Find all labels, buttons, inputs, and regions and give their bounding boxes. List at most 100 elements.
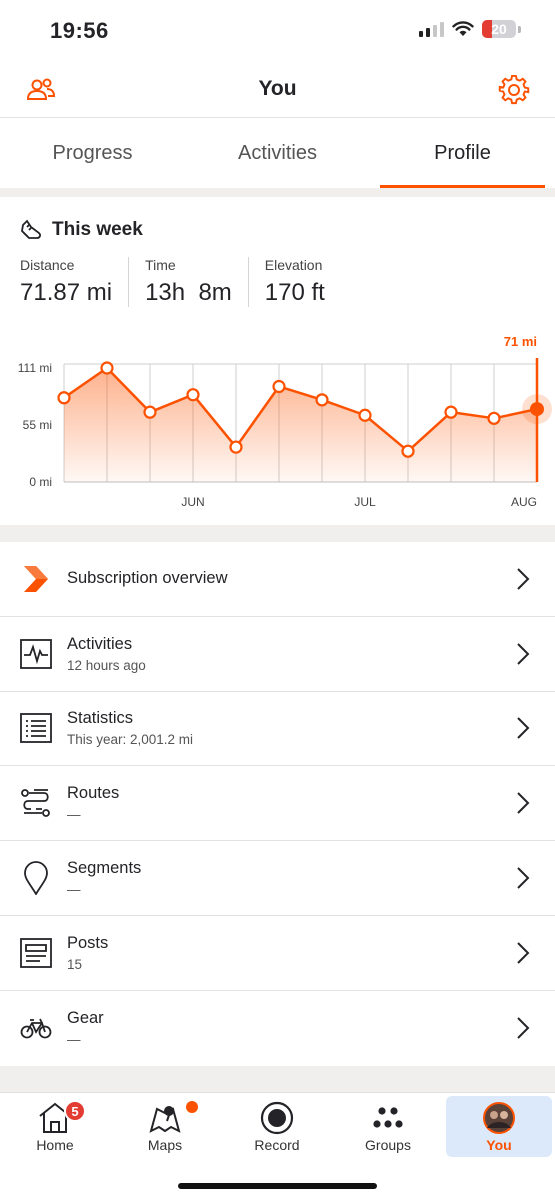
x-tick-label: JUN — [181, 495, 204, 509]
home-icon — [2, 1100, 108, 1136]
data-point-current — [530, 402, 544, 417]
y-tick-label: 111 mi — [18, 361, 52, 375]
menu-sublabel: 12 hours ago — [67, 657, 146, 673]
nav-groups[interactable]: Groups — [335, 1096, 441, 1157]
menu-text: Routes — — [67, 784, 119, 822]
menu-label: Statistics — [67, 709, 134, 728]
menu-segments[interactable]: Segments — — [0, 841, 555, 916]
stat-elevation: Elevation 170 ft — [265, 257, 341, 307]
record-icon — [224, 1100, 330, 1136]
nav-maps[interactable]: Maps — [112, 1096, 218, 1157]
y-tick-label: 0 mi — [29, 475, 52, 489]
settings-button[interactable] — [497, 73, 531, 107]
signal-icon — [419, 21, 444, 37]
menu-statistics[interactable]: Statistics This year: 2,001.2 mi — [0, 692, 555, 767]
top-header: You — [0, 60, 555, 118]
battery-level: 20 — [491, 21, 507, 37]
status-bar: 19:56 20 — [0, 0, 555, 60]
chevron-right-icon — [517, 1017, 530, 1039]
menu-text: Statistics This year: 2,001.2 mi — [67, 709, 193, 747]
data-point — [487, 411, 501, 425]
nav-label: Home — [36, 1137, 74, 1153]
x-tick-label: AUG — [511, 495, 537, 509]
data-point — [272, 379, 286, 394]
nav-label: Maps — [147, 1137, 183, 1153]
chevron-right-icon — [517, 568, 530, 590]
avatar — [446, 1100, 552, 1136]
menu-label: Subscription overview — [67, 569, 228, 588]
map-icon — [112, 1100, 218, 1136]
wifi-icon — [452, 21, 474, 36]
this-week-card[interactable]: This week Distance 71.87 mi Time 13h 8m … — [0, 197, 555, 525]
nav-label: Groups — [365, 1137, 411, 1153]
week-stats: Distance 71.87 mi Time 13h 8m Elevation … — [20, 257, 357, 307]
data-point — [229, 440, 243, 454]
menu-sublabel: This year: 2,001.2 mi — [67, 732, 194, 748]
stat-distance: Distance 71.87 mi — [20, 257, 130, 307]
current-value-label: 71 mi — [504, 334, 537, 349]
menu-sublabel: 15 — [67, 956, 83, 972]
weekly-distance-chart[interactable]: 111 mi 55 mi 0 mi JUN JUL AUG 71 mi — [0, 325, 555, 525]
nav-label: Record — [254, 1137, 300, 1153]
stat-label: Time — [145, 257, 176, 273]
y-tick-label: 55 mi — [23, 418, 52, 432]
nav-label: You — [486, 1137, 512, 1153]
stat-value: 13h 8m — [145, 279, 232, 306]
nav-record[interactable]: Record — [224, 1096, 330, 1157]
menu-gear[interactable]: Gear — — [0, 991, 555, 1066]
tab-activities[interactable]: Activities — [185, 118, 370, 188]
stat-value: 170 ft — [264, 279, 325, 306]
nav-home[interactable]: Home 5 — [2, 1096, 108, 1157]
tab-progress[interactable]: Progress — [0, 118, 185, 188]
series-area — [64, 368, 537, 482]
post-icon — [20, 937, 52, 969]
status-time: 19:56 — [50, 18, 109, 43]
data-point — [401, 444, 415, 458]
menu-label: Segments — [67, 859, 142, 878]
home-indicator — [178, 1183, 377, 1189]
stat-time: Time 13h 8m — [145, 257, 249, 307]
nav-you[interactable]: You — [446, 1096, 552, 1157]
week-header: This week — [20, 219, 143, 241]
menu-label: Gear — [67, 1009, 104, 1028]
stat-label: Distance — [20, 257, 75, 273]
week-title: This week — [52, 219, 143, 240]
menu-text: Gear — — [67, 1009, 104, 1047]
data-point — [57, 391, 71, 405]
tab-profile[interactable]: Profile — [370, 118, 555, 188]
data-point — [186, 388, 200, 402]
menu-posts[interactable]: Posts 15 — [0, 916, 555, 991]
menu-routes[interactable]: Routes — — [0, 766, 555, 842]
data-point — [444, 405, 458, 419]
map-pin-icon — [20, 861, 52, 896]
route-icon — [20, 787, 52, 819]
chevron-right-icon — [517, 642, 530, 665]
menu-label: Activities — [67, 634, 133, 653]
stat-value: 71.87 mi — [20, 279, 113, 306]
data-point — [315, 393, 329, 407]
data-point — [100, 361, 114, 375]
menu-text: Posts 15 — [67, 934, 108, 972]
menu-activities[interactable]: Activities 12 hours ago — [0, 617, 555, 692]
menu-label: Posts — [67, 933, 109, 952]
activity-pulse-icon — [20, 638, 52, 670]
chevron-right-icon — [517, 717, 530, 740]
chevron-right-icon — [517, 942, 530, 964]
stat-label: Elevation — [264, 257, 323, 273]
menu-text: Activities 12 hours ago — [67, 635, 146, 673]
menu-text: Subscription overview — [67, 569, 228, 588]
subscription-chevron-icon — [20, 563, 52, 595]
gear-icon — [498, 74, 530, 105]
data-point — [143, 405, 157, 419]
shoe-icon — [21, 219, 41, 239]
menu-text: Segments — — [67, 859, 141, 897]
profile-tabs: Progress Activities Profile — [0, 118, 555, 188]
chevron-right-icon — [517, 867, 530, 889]
maps-notification-dot — [186, 1101, 198, 1113]
menu-subscription-overview[interactable]: Subscription overview — [0, 542, 555, 617]
menu-sublabel: — — [67, 807, 81, 823]
page-title: You — [258, 77, 297, 100]
bicycle-icon — [20, 1012, 52, 1044]
menu-label: Routes — [67, 784, 120, 803]
data-point — [358, 408, 372, 422]
